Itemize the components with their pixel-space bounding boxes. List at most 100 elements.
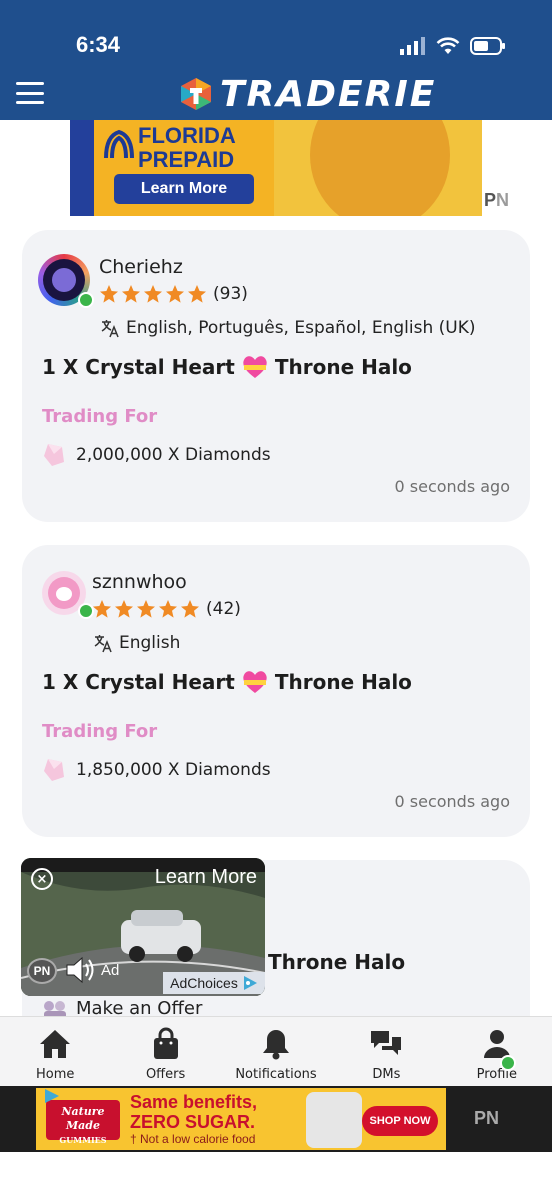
ad-pn-badge[interactable]: PN <box>484 190 509 211</box>
item-suffix: Throne Halo <box>268 950 406 974</box>
listing-title[interactable]: 1 X Crystal Heart Throne Halo <box>42 669 412 695</box>
ad-brand-line2: PREPAID <box>138 147 235 172</box>
adchoices-icon[interactable] <box>44 1088 60 1104</box>
ad-brand-text: FLORIDA PREPAID <box>138 124 236 172</box>
nature-made-brand-sub: GUMMIES <box>59 1135 107 1145</box>
language-list: English <box>119 633 181 653</box>
star-icon <box>144 285 162 303</box>
posted-time: 0 seconds ago <box>394 477 511 496</box>
home-icon <box>40 1030 71 1058</box>
star-icon <box>188 285 206 303</box>
nav-home-label: Home <box>36 1067 75 1082</box>
app-root: 6:34 TRADERIE FLORIDA PREPAID Learn More… <box>0 0 552 1200</box>
nav-home[interactable]: Home <box>0 1017 110 1086</box>
ad-headline-line2: ZERO SUGAR. <box>130 1112 256 1132</box>
bottom-navigation: Home Offers Notifications DMs Profile <box>0 1016 552 1086</box>
top-ad-banner[interactable]: FLORIDA PREPAID Learn More <box>70 120 482 216</box>
translate-icon <box>101 320 119 338</box>
heart-icon <box>243 671 267 693</box>
bag-icon <box>153 1027 178 1059</box>
item-name: 1 X Crystal Heart <box>42 670 235 694</box>
status-icons <box>400 36 506 56</box>
trading-for-label: Trading For <box>42 721 158 742</box>
bottom-ad-pn-badge[interactable]: PN <box>474 1108 499 1129</box>
star-icon <box>122 285 140 303</box>
wifi-icon <box>436 37 460 54</box>
star-icon <box>159 600 177 618</box>
nav-notifications-label: Notifications <box>235 1067 317 1082</box>
rating-stars: (42) <box>92 599 241 619</box>
trade-price: 2,000,000 X Diamonds <box>42 442 271 468</box>
shop-now-button[interactable]: SHOP NOW <box>362 1106 438 1136</box>
item-suffix: Throne Halo <box>274 355 412 379</box>
ad-brand-line1: FLORIDA <box>138 123 236 148</box>
nature-made-logo: Nature Made GUMMIES <box>46 1100 120 1145</box>
nav-offers[interactable]: Offers <box>110 1017 220 1086</box>
rating-stars: (93) <box>99 284 248 304</box>
ad-disclaimer: † Not a low calorie food <box>130 1132 256 1146</box>
chat-icon <box>371 1031 402 1055</box>
bottom-ad-banner[interactable]: Nature Made GUMMIES Same benefits, ZERO … <box>0 1086 552 1152</box>
nav-notifications[interactable]: Notifications <box>221 1017 331 1086</box>
traderie-logo[interactable]: TRADERIE <box>178 73 437 115</box>
rating-count: (42) <box>206 599 241 619</box>
languages: English <box>93 633 180 653</box>
video-ad-pn-badge[interactable]: PN <box>27 958 57 984</box>
avatar[interactable] <box>38 254 94 308</box>
app-header: 6:34 TRADERIE <box>0 0 552 120</box>
ad-headline: Same benefits, ZERO SUGAR. <box>130 1092 257 1132</box>
username[interactable]: sznnwhoo <box>92 571 187 593</box>
traderie-logo-icon <box>181 78 211 110</box>
listing-title[interactable]: 1 X Crystal Heart Throne Halo <box>42 354 412 380</box>
language-list: English, Português, Español, English (UK… <box>126 318 476 338</box>
hamburger-icon[interactable] <box>16 82 44 104</box>
posted-time: 0 seconds ago <box>394 792 511 811</box>
listing-card[interactable]: Cheriehz (93) English, Português, Españo… <box>22 230 530 522</box>
star-icon <box>137 600 155 618</box>
nav-dms-label: DMs <box>372 1067 401 1082</box>
ad-photo <box>274 120 482 216</box>
nature-made-ad[interactable]: Nature Made GUMMIES Same benefits, ZERO … <box>36 1088 446 1150</box>
online-indicator <box>78 292 94 308</box>
star-icon <box>93 600 111 618</box>
video-ad-label: Ad <box>101 962 120 979</box>
translate-icon <box>94 635 112 653</box>
diamond-icon <box>44 759 64 781</box>
brand-name: TRADERIE <box>220 73 437 115</box>
ad-headline-line1: Same benefits, <box>130 1092 258 1112</box>
video-ad[interactable]: × Learn More PN Ad AdChoices <box>21 858 265 996</box>
nav-offers-label: Offers <box>145 1067 186 1082</box>
star-icon <box>181 600 199 618</box>
ad-pn-p: P <box>484 190 497 210</box>
video-ad-learn-more[interactable]: Learn More <box>155 866 257 889</box>
product-image <box>306 1092 362 1148</box>
star-icon <box>115 600 133 618</box>
listing-card[interactable]: sznnwhoo (42) English 1 X Crystal Heart … <box>22 545 530 837</box>
bell-icon <box>263 1030 290 1060</box>
username[interactable]: Cheriehz <box>99 256 183 278</box>
item-suffix: Throne Halo <box>274 670 412 694</box>
battery-icon <box>470 37 505 55</box>
rating-count: (93) <box>213 284 248 304</box>
signal-icon <box>400 37 425 55</box>
speaker-icon[interactable] <box>65 956 97 984</box>
florida-prepaid-panel: FLORIDA PREPAID Learn More <box>94 120 274 216</box>
ad-learn-more-button[interactable]: Learn More <box>114 174 254 204</box>
nav-profile[interactable]: Profile <box>442 1017 552 1086</box>
listing-title[interactable]: Throne Halo <box>268 950 405 974</box>
item-name: 1 X Crystal Heart <box>42 355 235 379</box>
avatar[interactable] <box>42 571 94 619</box>
price-text: 2,000,000 X Diamonds <box>76 445 271 465</box>
star-icon <box>166 285 184 303</box>
star-icon <box>100 285 118 303</box>
nav-dms[interactable]: DMs <box>331 1017 441 1086</box>
languages: English, Português, Español, English (UK… <box>100 318 476 338</box>
adchoices-button[interactable]: AdChoices <box>163 972 265 994</box>
diamond-icon <box>44 444 64 466</box>
ad-pn-n: N <box>496 190 510 210</box>
ad-stripe <box>70 120 94 216</box>
adchoices-text: AdChoices <box>170 975 238 991</box>
heart-icon <box>243 356 267 378</box>
trading-for-label: Trading For <box>42 406 158 427</box>
close-icon[interactable]: × <box>31 868 53 890</box>
